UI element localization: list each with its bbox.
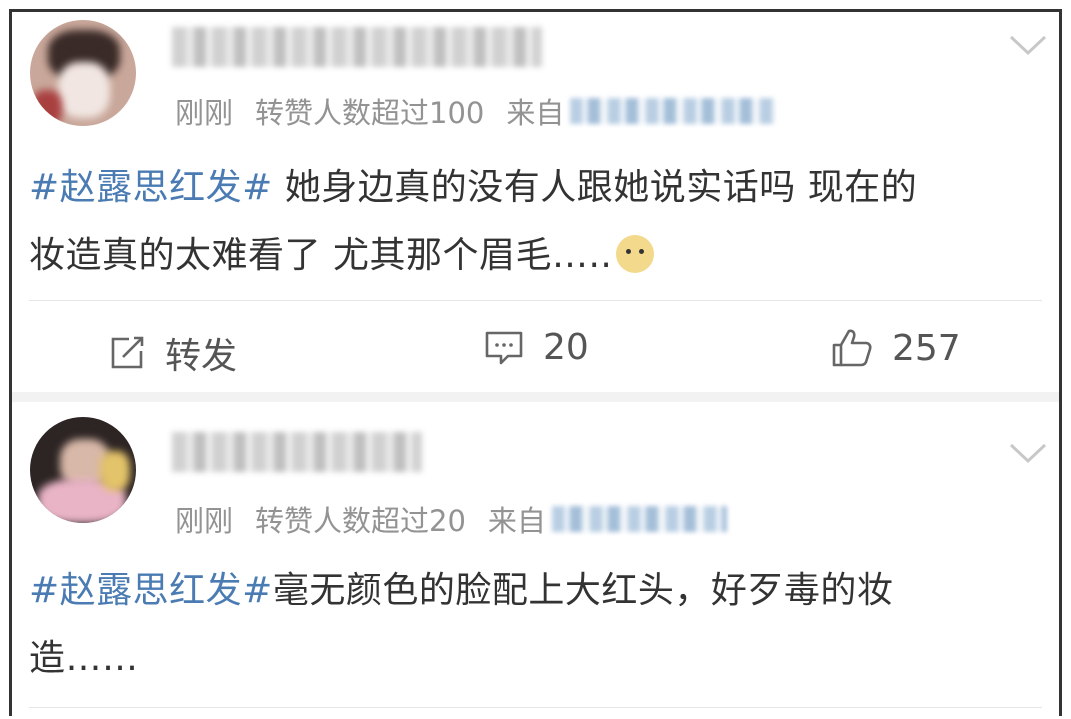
topic-link[interactable]: #赵露思红发# (29, 167, 273, 208)
post-text-line: 她身边真的没有人跟她说实话吗 现在的 (272, 167, 918, 208)
post-card: 刚刚 转赞人数超过20 来自 #赵露思红发#毫无颜色的脸配上大红头，好歹毒的妆 … (12, 402, 1059, 716)
post-meta: 刚刚 转赞人数超过20 来自 (175, 498, 727, 540)
repost-threshold: 转赞人数超过20 (255, 504, 466, 538)
chevron-down-icon[interactable] (1008, 440, 1048, 466)
source-client-blurred[interactable] (570, 98, 776, 124)
post-meta: 刚刚 转赞人数超过100 来自 (175, 90, 776, 132)
divider (29, 707, 1042, 708)
post-text-line: 造…… (29, 638, 139, 679)
thumbs-up-icon (832, 329, 872, 367)
comment-button[interactable]: 20 (483, 327, 589, 368)
repost-label: 转发 (165, 336, 238, 377)
like-button[interactable]: 257 (830, 327, 961, 369)
topic-link[interactable]: #赵露思红发# (29, 570, 273, 611)
avatar[interactable] (30, 20, 136, 126)
post-content: #赵露思红发# 她身边真的没有人跟她说实话吗 现在的 妆造真的太难看了 尤其那个… (29, 154, 917, 290)
post-text-line: 妆造真的太难看了 尤其那个眉毛….. (29, 235, 613, 276)
source-label: 来自 (506, 96, 565, 130)
repost-button[interactable]: 转发 (107, 327, 237, 379)
chevron-down-icon[interactable] (1008, 32, 1048, 58)
comment-count: 20 (543, 327, 589, 368)
avatar[interactable] (30, 417, 136, 523)
divider (29, 300, 1042, 301)
source-client-blurred[interactable] (551, 506, 727, 532)
repost-threshold: 转赞人数超过100 (255, 96, 485, 130)
username-blurred[interactable] (172, 432, 422, 472)
source-label: 来自 (487, 504, 546, 538)
post-text-line: 毫无颜色的脸配上大红头，好歹毒的妆 (272, 570, 894, 611)
doge-emoji-icon (616, 235, 655, 273)
post-card: 刚刚 转赞人数超过100 来自 #赵露思红发# 她身边真的没有人跟她说实话吗 现… (12, 12, 1059, 400)
weibo-screenshot-frame: 刚刚 转赞人数超过100 来自 #赵露思红发# 她身边真的没有人跟她说实话吗 现… (9, 9, 1062, 716)
username-blurred[interactable] (172, 27, 542, 67)
post-content: #赵露思红发#毫无颜色的脸配上大红头，好歹毒的妆 造…… (29, 557, 893, 693)
post-separator (12, 392, 1059, 402)
post-time: 刚刚 (175, 504, 234, 538)
edit-share-icon (111, 336, 144, 369)
like-count: 257 (892, 327, 961, 369)
post-time: 刚刚 (175, 96, 234, 130)
comment-bubble-icon (485, 331, 523, 364)
